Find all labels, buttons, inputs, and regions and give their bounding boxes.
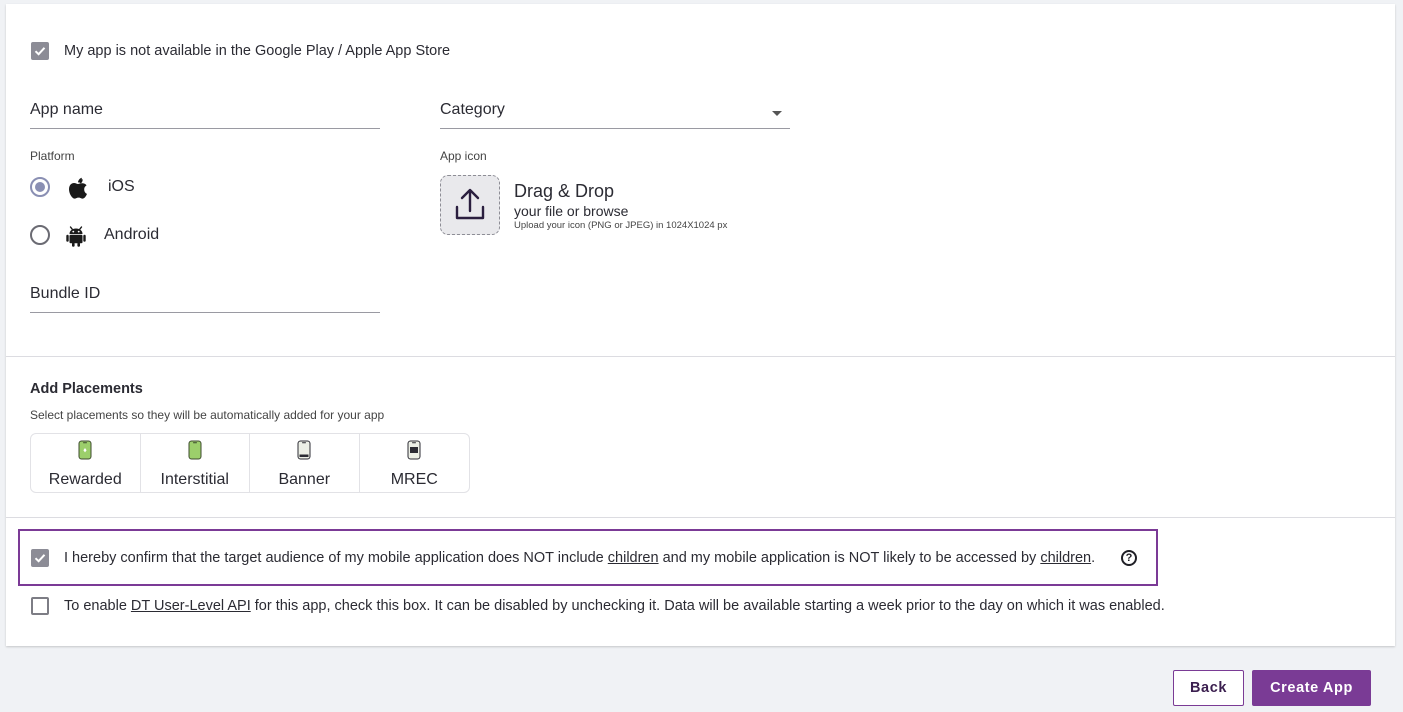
platform-label: Platform: [30, 149, 75, 163]
create-app-button[interactable]: Create App: [1252, 670, 1371, 706]
bundle-id-label: Bundle ID: [30, 285, 101, 302]
not-in-store-label: My app is not available in the Google Pl…: [64, 43, 451, 59]
section-divider: [6, 356, 1395, 357]
apple-icon: [69, 177, 87, 199]
platform-android-radio[interactable]: [30, 225, 50, 245]
coppa-text: I hereby confirm that the target audienc…: [64, 550, 608, 566]
back-button[interactable]: Back: [1173, 670, 1244, 706]
browse-file-link[interactable]: your file or browse: [514, 203, 628, 219]
bundle-id-input[interactable]: Bundle ID: [30, 282, 380, 313]
upload-hint: Upload your icon (PNG or JPEG) in 1024X1…: [514, 220, 728, 231]
platform-ios-label: iOS: [108, 178, 135, 195]
placement-interstitial[interactable]: Interstitial: [141, 434, 250, 492]
mrec-phone-icon: [407, 440, 421, 460]
children-link[interactable]: children: [1040, 550, 1091, 566]
create-app-form-card: My app is not available in the Google Pl…: [6, 4, 1395, 646]
banner-phone-icon: [297, 440, 311, 460]
section-divider: [6, 517, 1395, 518]
app-icon-dropzone[interactable]: [440, 175, 500, 235]
platform-ios-radio[interactable]: [30, 177, 50, 197]
placement-mrec[interactable]: MREC: [360, 434, 470, 492]
placements-group: Rewarded Interstitial Banner MREC: [30, 433, 470, 493]
user-level-api-checkbox[interactable]: [31, 597, 49, 615]
placement-banner[interactable]: Banner: [250, 434, 360, 492]
placement-label: Banner: [278, 471, 331, 488]
category-select[interactable]: Category: [440, 98, 790, 129]
upload-icon: [455, 188, 485, 220]
app-name-input[interactable]: App name: [30, 98, 380, 129]
placement-label: Rewarded: [48, 471, 122, 488]
question-circle-icon[interactable]: ?: [1121, 550, 1137, 566]
placement-rewarded[interactable]: Rewarded: [31, 434, 141, 492]
rewarded-phone-icon: [78, 440, 92, 460]
not-in-store-checkbox[interactable]: [31, 42, 49, 60]
platform-android-label: Android: [104, 226, 160, 243]
placement-label: MREC: [390, 471, 438, 488]
coppa-checkbox[interactable]: [31, 549, 49, 567]
app-name-label: App name: [30, 101, 103, 118]
dt-user-level-api-link[interactable]: DT User-Level API: [131, 598, 251, 614]
app-icon-label: App icon: [440, 149, 487, 163]
drag-drop-title: Drag & Drop: [514, 181, 615, 201]
checkmark-icon: [34, 47, 46, 56]
android-icon: [66, 226, 86, 247]
coppa-text: .: [1091, 550, 1096, 566]
interstitial-phone-icon: [188, 440, 202, 460]
placement-label: Interstitial: [160, 471, 229, 488]
user-level-api-text: for this app, check this box. It can be …: [250, 598, 1165, 614]
user-level-api-text: To enable: [64, 598, 131, 614]
children-link[interactable]: children: [608, 550, 659, 566]
user-level-api-statement: To enable DT User-Level API for this app…: [64, 598, 1165, 614]
coppa-statement: I hereby confirm that the target audienc…: [64, 550, 1095, 566]
category-label: Category: [440, 101, 505, 118]
placements-description: Select placements so they will be automa…: [30, 408, 385, 422]
placements-title: Add Placements: [30, 381, 143, 397]
checkmark-icon: [34, 554, 46, 563]
coppa-text: and my mobile application is NOT likely …: [658, 550, 1041, 566]
chevron-down-icon: [772, 111, 782, 116]
